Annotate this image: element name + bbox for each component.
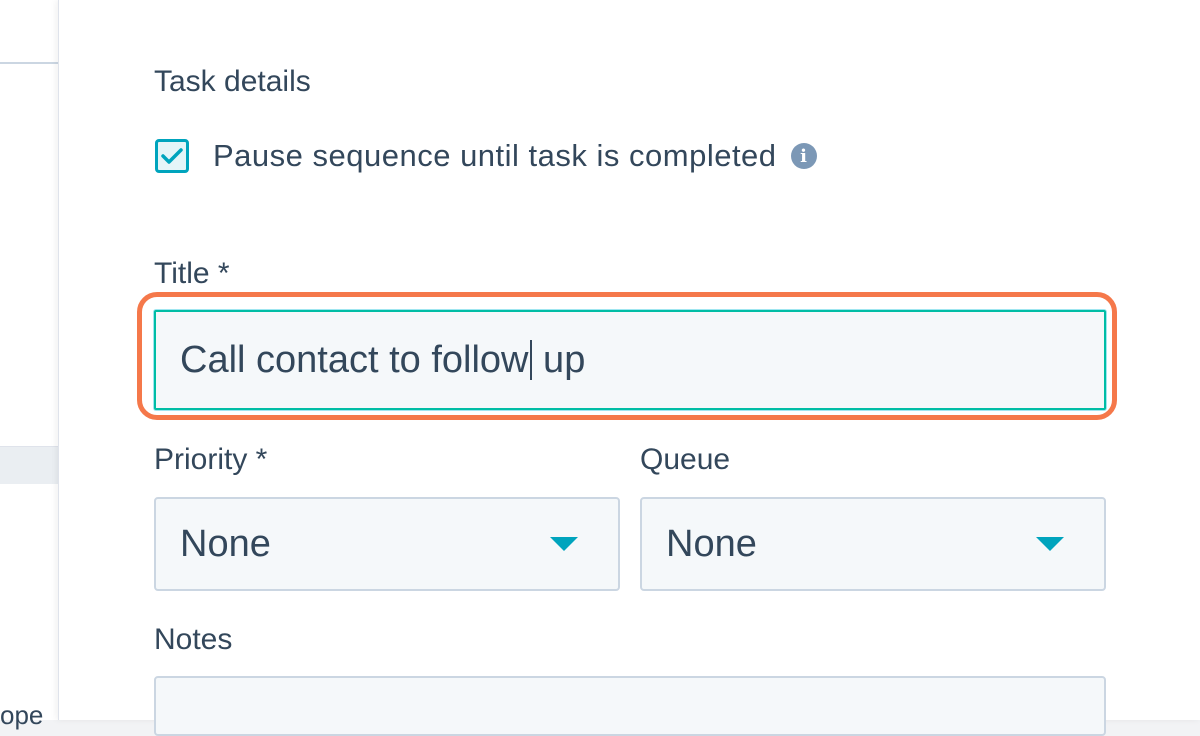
background-divider [0, 62, 60, 64]
queue-select-value: None [666, 522, 757, 565]
checkmark-icon [161, 148, 183, 164]
background-card [0, 0, 60, 447]
priority-label: Priority * [154, 443, 268, 476]
title-label: Title * [154, 257, 230, 290]
section-title: Task details [154, 65, 311, 98]
notes-input[interactable] [154, 676, 1106, 736]
chevron-down-icon [550, 537, 578, 551]
background-text-fragment: ope [0, 700, 44, 730]
title-input-value-end: up [532, 338, 586, 381]
priority-select-value: None [180, 522, 271, 565]
task-details-panel: Task details Pause sequence until task i… [58, 0, 1200, 736]
info-icon[interactable]: i [790, 143, 817, 169]
notes-label: Notes [154, 623, 233, 656]
pause-sequence-option[interactable]: Pause sequence until task is completed i [155, 138, 817, 174]
priority-select[interactable]: None [154, 497, 620, 591]
pause-sequence-checkbox[interactable] [155, 139, 189, 173]
title-input[interactable]: Call contact to follow up [154, 310, 1106, 410]
pause-sequence-label[interactable]: Pause sequence until task is completed [213, 138, 777, 174]
title-input-value-start: Call contact to follow [180, 338, 529, 381]
text-cursor [529, 340, 532, 380]
chevron-down-icon [1036, 537, 1064, 551]
queue-select[interactable]: None [640, 497, 1106, 591]
queue-label: Queue [640, 443, 731, 476]
background-card-lower [0, 484, 60, 720]
